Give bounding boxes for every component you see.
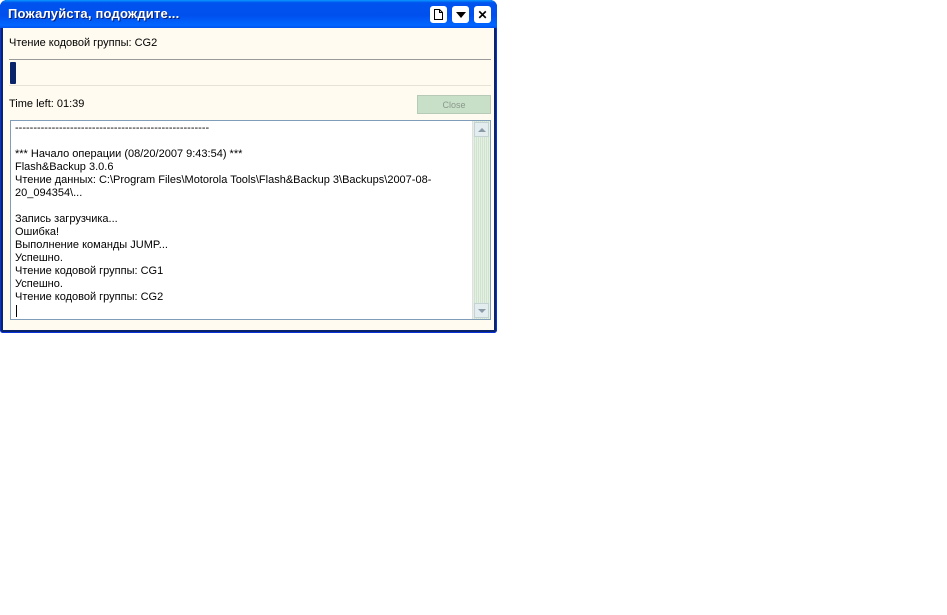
close-window-button[interactable]: ✕ xyxy=(474,6,491,23)
log-line: Чтение данных: C:\Program Files\Motorola… xyxy=(15,174,432,199)
log-line: *** Начало операции (08/20/2007 9:43:54)… xyxy=(15,148,243,160)
vertical-scrollbar[interactable] xyxy=(472,121,490,319)
log-line: ----------------------------------------… xyxy=(15,122,210,134)
log-text: ----------------------------------------… xyxy=(15,122,467,304)
close-button[interactable]: Close xyxy=(417,95,491,114)
dialog-client-area: Чтение кодовой группы: CG2 Time left: 01… xyxy=(3,28,494,330)
window-title: Пожалуйста, подождите... xyxy=(8,6,180,21)
dropdown-button[interactable] xyxy=(452,6,469,23)
log-line: Flash&Backup 3.0.6 xyxy=(15,161,114,173)
arrow-up-icon xyxy=(477,127,486,132)
scroll-up-button[interactable] xyxy=(474,122,489,137)
status-label: Чтение кодовой группы: CG2 xyxy=(9,37,158,49)
text-caret xyxy=(16,305,17,317)
progress-dialog: Пожалуйста, подождите... ✕ Чтение кодово… xyxy=(0,0,497,333)
scroll-down-button[interactable] xyxy=(474,303,489,318)
log-line: Чтение кодовой группы: CG2 xyxy=(15,291,164,303)
progress-bar xyxy=(9,59,491,86)
close-icon: ✕ xyxy=(477,7,488,22)
arrow-down-icon xyxy=(477,308,486,313)
progress-fill xyxy=(10,62,16,84)
page-icon-button[interactable] xyxy=(430,6,447,23)
page-icon xyxy=(434,9,443,20)
time-left-label: Time left: 01:39 xyxy=(9,98,85,110)
log-textarea[interactable]: ----------------------------------------… xyxy=(10,120,491,320)
log-line: Выполнение команды JUMP... xyxy=(15,239,168,251)
log-line: Ошибка! xyxy=(15,226,60,238)
log-line: Чтение кодовой группы: CG1 xyxy=(15,265,164,277)
title-bar[interactable]: Пожалуйста, подождите... ✕ xyxy=(0,0,497,28)
log-line: Запись загрузчика... xyxy=(15,213,118,225)
log-line: Успешно. xyxy=(15,252,63,264)
log-line: Успешно. xyxy=(15,278,63,290)
dropdown-icon xyxy=(455,11,466,18)
